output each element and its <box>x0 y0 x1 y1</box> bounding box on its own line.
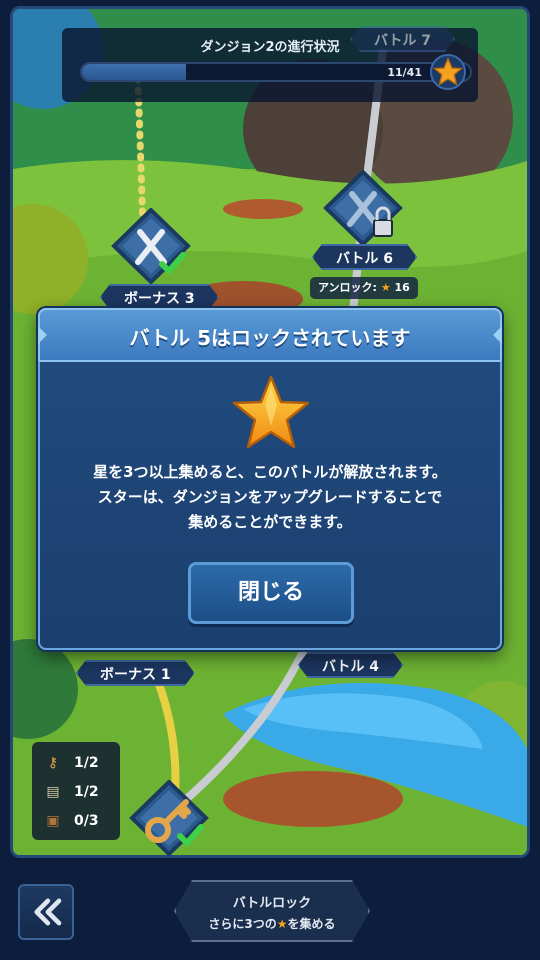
progress-star-icon <box>430 54 466 90</box>
bonus-3-node[interactable] <box>106 208 196 288</box>
chest-icon: ▣ <box>46 812 60 829</box>
dialog-message-line: スターは、ダンジョンをアップグレードすることで <box>97 488 443 506</box>
unlock-requirement-stars: 16 <box>394 281 410 294</box>
key-icon: ⚷ <box>47 754 59 771</box>
battle-lock-title: バトルロック <box>232 896 312 911</box>
progress-count: 11/41 <box>387 66 422 79</box>
battle-lock-prefix: さらに3つの <box>208 917 277 931</box>
star-icon: ★ <box>380 281 391 294</box>
battle-lock-indicator: バトルロック さらに3つの★を集める <box>174 880 370 942</box>
collectible-row: ⚷ 1/2 <box>42 748 110 777</box>
dialog-header: バトル 5はロックされています <box>38 308 502 362</box>
battle-lock-requirement: さらに3つの★を集める <box>176 915 368 932</box>
key-node[interactable] <box>124 780 214 860</box>
progress-bar-fill <box>82 64 186 80</box>
scroll-icon: ▤ <box>46 783 60 800</box>
unlock-requirement: アンロック: ★ 16 <box>310 277 418 299</box>
dialog-message: 星を3つ以上集めると、このバトルが解放されます。 スターは、ダンジョンをアップグ… <box>50 460 490 535</box>
star-icon <box>232 375 310 449</box>
node-label-bonus-1[interactable]: ボーナス 1 <box>76 660 195 686</box>
collectible-row: ▤ 1/2 <box>42 777 110 806</box>
double-chevron-left-icon <box>34 898 62 926</box>
dialog-message-line: 集めることができます。 <box>188 513 352 531</box>
star-icon: ★ <box>276 917 288 931</box>
battle-lock-suffix: を集める <box>287 917 336 931</box>
node-label-battle-7[interactable]: バトル 7 <box>350 26 455 52</box>
collectible-count: 1/2 <box>74 754 99 771</box>
dialog-title: バトル 5はロックされています <box>129 326 411 350</box>
node-label-bonus-3[interactable]: ボーナス 3 <box>100 284 219 310</box>
collectible-count: 1/2 <box>74 783 99 800</box>
node-label-battle-4[interactable]: バトル 4 <box>298 652 403 678</box>
collectibles-panel: ⚷ 1/2 ▤ 1/2 ▣ 0/3 <box>32 742 120 840</box>
locked-battle-dialog: バトル 5はロックされています 星を3つ以上集めると、このバトルが解放されます。… <box>38 308 502 650</box>
close-button[interactable]: 閉じる <box>188 562 354 624</box>
unlock-requirement-label: アンロック: <box>318 281 377 294</box>
dialog-message-line: 星を3つ以上集めると、このバトルが解放されます。 <box>93 463 447 481</box>
collectible-count: 0/3 <box>74 812 99 829</box>
collectible-row: ▣ 0/3 <box>42 806 110 835</box>
battle-6-node[interactable] <box>318 170 408 250</box>
back-button[interactable] <box>18 884 74 940</box>
node-label-battle-6[interactable]: バトル 6 <box>312 244 417 270</box>
